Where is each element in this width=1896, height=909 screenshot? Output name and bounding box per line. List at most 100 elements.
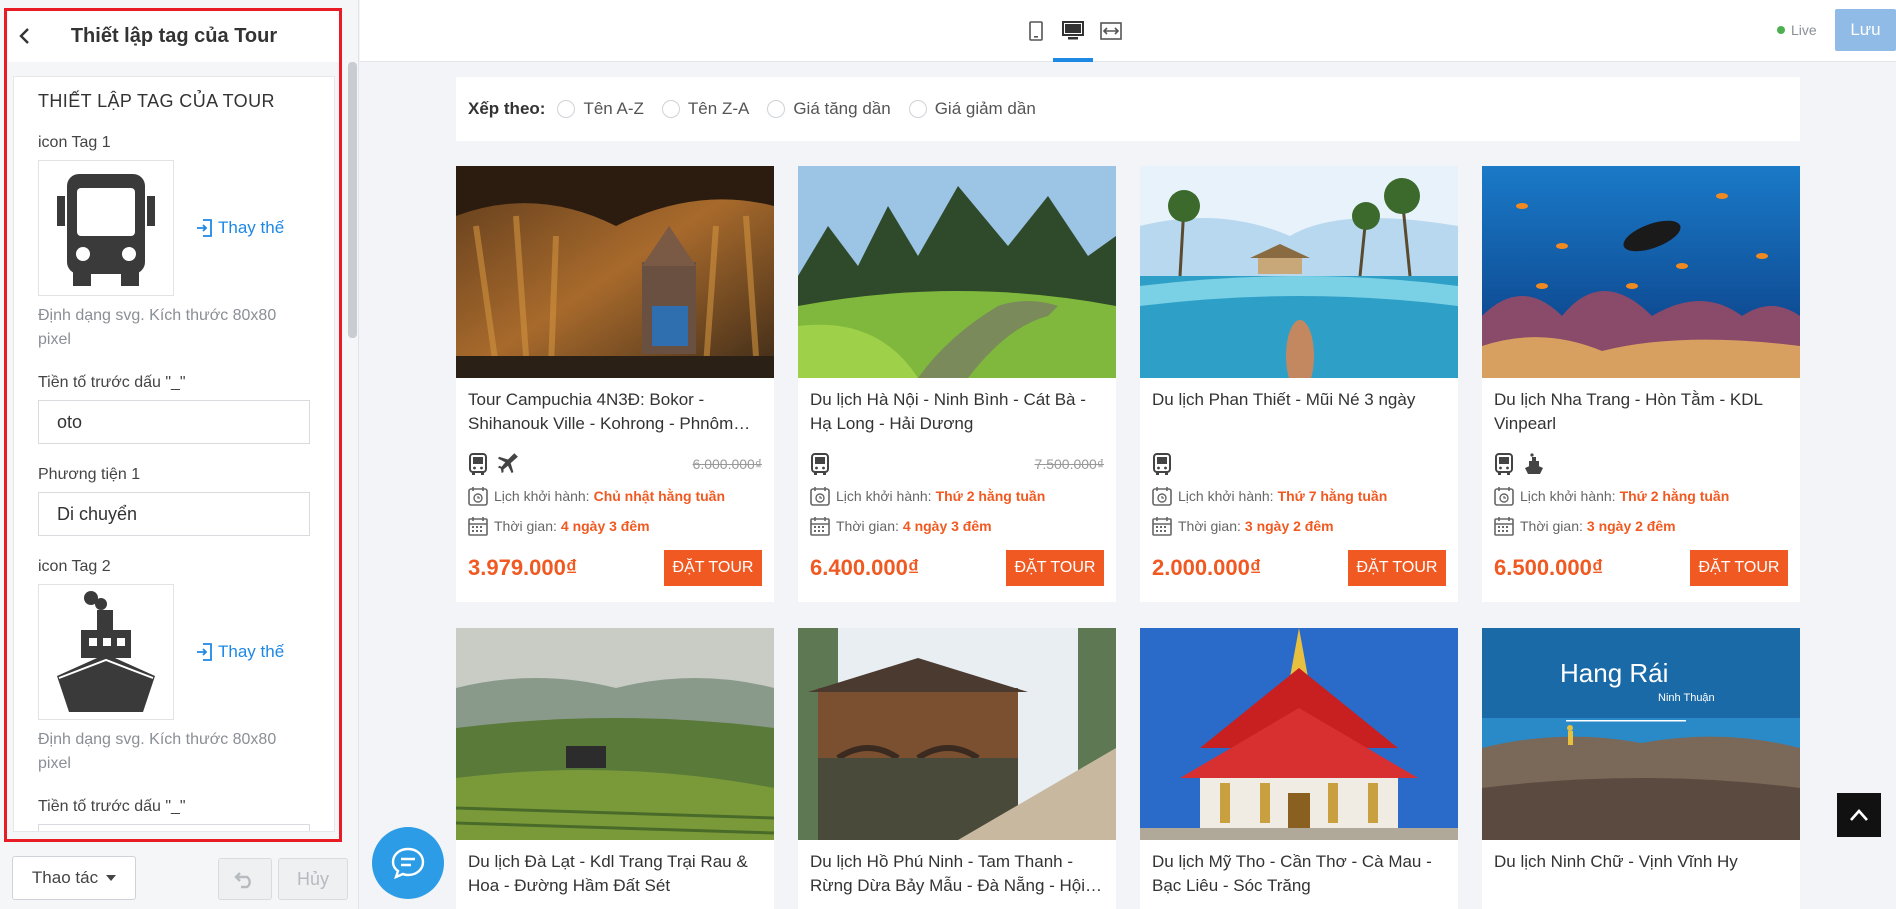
panel-title: Thiết lập tag của Tour	[70, 24, 278, 47]
tour-card[interactable]: Du lịch Hồ Phú Ninh - Tam Thanh - Rừng D…	[798, 628, 1116, 909]
duration-info: Thời gian: 3 ngày 2 đêm	[1140, 516, 1458, 536]
tour-photo[interactable]: Hang Rái Ninh Thuận	[1482, 628, 1800, 840]
photo-subtitle-text: Ninh Thuận	[1658, 692, 1715, 704]
format-hint: Định dạng svg. Kích thước 80x80 pixel	[38, 731, 277, 772]
live-dot-icon	[1777, 26, 1785, 34]
tour-photo[interactable]	[456, 166, 774, 378]
radio-icon	[557, 100, 576, 118]
icon-tag-1-label: icon Tag 1	[38, 134, 111, 151]
departure-info: Lịch khởi hành: Thứ 2 hằng tuần	[798, 486, 1116, 506]
tour-title[interactable]: Tour Campuchia 4N3Đ: Bokor - Shihanouk V…	[456, 378, 774, 440]
tour-photo[interactable]	[1140, 166, 1458, 378]
sort-option-name-desc[interactable]: Tên Z-A	[661, 99, 749, 119]
prefix-2-input[interactable]: tauthuy	[38, 824, 310, 831]
departure-info: Lịch khởi hành: Thứ 2 hằng tuần	[1482, 486, 1800, 506]
replace-icon-2-button[interactable]: Thay thế	[196, 642, 284, 662]
mobile-icon	[1029, 21, 1043, 41]
active-device-indicator	[1053, 58, 1093, 62]
replace-label: Thay thế	[218, 218, 285, 237]
save-button[interactable]: Lưu	[1835, 9, 1896, 51]
tour-title[interactable]: Du lịch Phan Thiết - Mũi Né 3 ngày	[1140, 378, 1458, 440]
panel-scrollbar[interactable]	[348, 62, 357, 338]
tour-photo[interactable]	[1140, 628, 1458, 840]
thai-temple-photo	[1140, 628, 1458, 840]
vehicle-1-input[interactable]: Di chuyển	[38, 492, 310, 536]
tour-photo[interactable]	[798, 166, 1116, 378]
icon-tag-2-preview	[38, 584, 174, 720]
chat-button[interactable]	[372, 827, 444, 899]
sort-option-price-asc[interactable]: Giá tăng dần	[767, 99, 891, 119]
photo-title-text: Hang Rái	[1560, 658, 1669, 688]
cave-photo	[456, 166, 774, 378]
chevron-up-icon	[1850, 809, 1868, 821]
book-tour-button[interactable]: ĐẶT TOUR	[1690, 550, 1788, 586]
replace-icon-1-button[interactable]: Thay thế	[196, 218, 284, 238]
clock-calendar-icon	[810, 486, 830, 506]
panel-body: THIẾT LẬP TAG CỦA TOUR icon Tag 1 Thay t…	[13, 76, 335, 832]
tour-title[interactable]: Du lịch Mỹ Tho - Cần Thơ - Cà Mau - Bạc …	[1140, 840, 1458, 902]
ship-icon	[57, 591, 155, 712]
replace-icon	[197, 643, 212, 661]
back-button[interactable]	[8, 10, 42, 62]
bus-icon	[468, 453, 488, 475]
book-tour-button[interactable]: ĐẶT TOUR	[1348, 550, 1446, 586]
clock-calendar-icon	[1494, 486, 1514, 506]
tour-title[interactable]: Du lịch Hồ Phú Ninh - Tam Thanh - Rừng D…	[798, 840, 1116, 902]
replace-label: Thay thế	[218, 642, 285, 661]
tour-title[interactable]: Du lịch Hà Nội - Ninh Bình - Cát Bà - Hạ…	[798, 378, 1116, 440]
radio-icon	[908, 100, 927, 118]
tour-card[interactable]: Du lịch Mỹ Tho - Cần Thơ - Cà Mau - Bạc …	[1140, 628, 1458, 909]
ship-icon	[1524, 453, 1544, 475]
coral-reef-photo	[1482, 166, 1800, 378]
prefix-1-label: Tiền tố trước dấu "_"	[38, 374, 186, 391]
tour-price: 2.000.000₫	[1152, 555, 1262, 580]
panel-header: Thiết lập tag của Tour	[8, 10, 340, 62]
book-tour-button[interactable]: ĐẶT TOUR	[664, 550, 762, 586]
tour-photo[interactable]	[1482, 166, 1800, 378]
desktop-icon	[1062, 21, 1084, 40]
old-price: 7.500.000₫	[1034, 456, 1104, 472]
tour-card[interactable]: Du lịch Nha Trang - Hòn Tằm - KDL Vinpea…	[1482, 166, 1800, 602]
tour-title[interactable]: Du lịch Nha Trang - Hòn Tằm - KDL Vinpea…	[1482, 378, 1800, 440]
scroll-to-top-button[interactable]	[1837, 793, 1881, 837]
actions-label: Thao tác	[31, 868, 99, 887]
undo-button[interactable]	[218, 858, 272, 900]
tour-card[interactable]: Tour Campuchia 4N3Đ: Bokor - Shihanouk V…	[456, 166, 774, 602]
beach-resort-photo	[1140, 166, 1458, 378]
sort-option-price-desc[interactable]: Giá giảm dần	[908, 99, 1036, 119]
tour-photo[interactable]	[798, 628, 1116, 840]
tour-card[interactable]: Du lịch Hà Nội - Ninh Bình - Cát Bà - Hạ…	[798, 166, 1116, 602]
tour-title[interactable]: Du lịch Đà Lạt - Kdl Trang Trại Rau & Ho…	[456, 840, 774, 902]
clock-calendar-icon	[1152, 486, 1172, 506]
departure-info: Lịch khởi hành: Thứ 7 hằng tuần	[1140, 486, 1458, 506]
cancel-button[interactable]: Hủy	[278, 858, 348, 900]
section-title: THIẾT LẬP TAG CỦA TOUR	[38, 91, 275, 111]
live-status: Live	[1777, 22, 1817, 38]
tour-photo[interactable]	[456, 628, 774, 840]
duration-info: Thời gian: 4 ngày 3 đêm	[798, 516, 1116, 536]
mobile-view-button[interactable]	[1021, 16, 1051, 46]
tour-price: 6.400.000₫	[810, 555, 920, 580]
tour-price: 6.500.000₫	[1494, 555, 1604, 580]
calendar-icon	[1152, 516, 1172, 536]
calendar-icon	[1494, 516, 1514, 536]
actions-dropdown[interactable]: Thao tác	[12, 856, 136, 900]
book-tour-button[interactable]: ĐẶT TOUR	[1006, 550, 1104, 586]
live-label: Live	[1791, 22, 1817, 38]
tour-card[interactable]: Hang Rái Ninh Thuận Du lịch Ninh Chữ - V…	[1482, 628, 1800, 909]
icon-tag-2-label: icon Tag 2	[38, 558, 111, 575]
fullwidth-view-button[interactable]	[1096, 16, 1126, 46]
sort-option-name-asc[interactable]: Tên A-Z	[557, 99, 644, 119]
prefix-1-input[interactable]: oto	[38, 400, 310, 444]
tour-price: 3.979.000₫	[468, 555, 578, 580]
bus-icon	[57, 174, 155, 286]
tour-card[interactable]: Du lịch Đà Lạt - Kdl Trang Trại Rau & Ho…	[456, 628, 774, 909]
tour-title[interactable]: Du lịch Ninh Chữ - Vịnh Vĩnh Hy	[1482, 840, 1800, 902]
calendar-icon	[810, 516, 830, 536]
plane-icon	[498, 453, 520, 475]
desktop-view-button[interactable]	[1058, 16, 1088, 46]
replace-icon	[197, 219, 212, 237]
prefix-2-label: Tiền tố trước dấu "_"	[38, 798, 186, 815]
tour-card[interactable]: Du lịch Phan Thiết - Mũi Né 3 ngày Lịch …	[1140, 166, 1458, 602]
valley-photo	[798, 166, 1116, 378]
